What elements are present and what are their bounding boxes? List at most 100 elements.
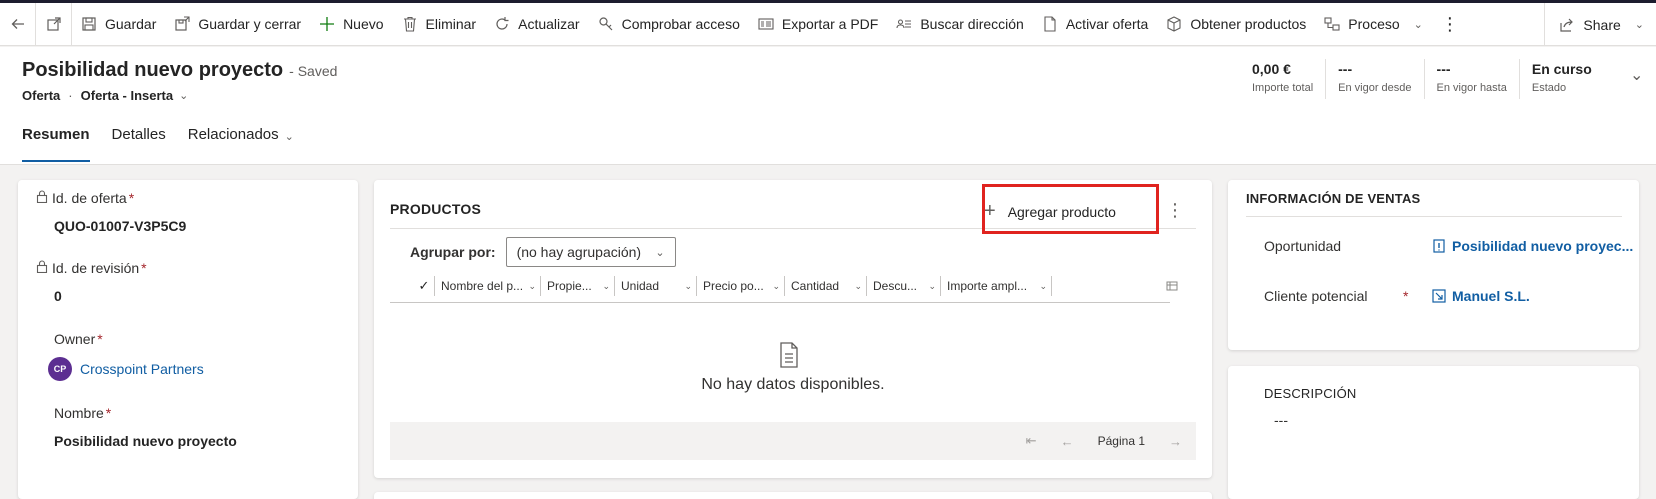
opportunity-link[interactable]: Posibilidad nuevo proyec... — [1452, 238, 1633, 254]
column-header[interactable]: Nombre del p... ⌄ — [434, 276, 540, 296]
chevron-down-icon: ⌄ — [284, 131, 294, 143]
chevron-down-icon: ⌄ — [772, 280, 780, 291]
quote-id-value[interactable]: QUO-01007-V3P5C9 — [54, 218, 186, 234]
column-header[interactable]: Descu... ⌄ — [866, 276, 940, 296]
plus-icon: + — [984, 200, 996, 222]
share-icon — [1559, 17, 1575, 33]
column-label: Nombre del p... — [441, 279, 524, 293]
form-selector[interactable]: Oferta - Inserta — [81, 88, 173, 103]
record-header: Posibilidad nuevo proyecto - Saved Oferta… — [0, 47, 1656, 165]
description-value[interactable]: --- — [1274, 412, 1288, 428]
kpi-effective-from: --- En vigor desde — [1326, 59, 1425, 99]
more-commands-button[interactable]: ⋮ — [1432, 3, 1468, 46]
grid-settings-icon[interactable] — [1166, 280, 1178, 295]
column-header[interactable]: Importe ampl... ⌄ — [940, 276, 1052, 296]
delete-button[interactable]: Eliminar — [393, 3, 486, 46]
document-icon — [1042, 16, 1058, 32]
chevron-down-icon: ⌄ — [655, 246, 665, 259]
owner-label-row: Owner * — [54, 331, 204, 347]
column-header[interactable]: Precio po... ⌄ — [696, 276, 784, 296]
lead-link[interactable]: Manuel S.L. — [1452, 288, 1530, 304]
column-label: Propie... — [547, 279, 592, 293]
header-fields: 0,00 € Importe total --- En vigor desde --… — [1240, 59, 1604, 99]
export-pdf-button[interactable]: Exportar a PDF — [749, 3, 887, 46]
tab-relacionados[interactable]: Relacionados ⌄ — [188, 126, 294, 162]
first-page-icon[interactable]: ⇤ — [1026, 433, 1037, 449]
chevron-down-icon: ⌄ — [1634, 19, 1644, 31]
quote-id-label: Id. de oferta — [52, 190, 127, 206]
kpi-total-amount: 0,00 € Importe total — [1240, 59, 1327, 99]
expand-header-chevron-icon[interactable]: ⌄ — [1630, 65, 1643, 85]
sales-info-section: INFORMACIÓN DE VENTAS Oportunidad Posibi… — [1228, 180, 1639, 350]
lock-icon — [36, 260, 48, 276]
pagination: ⇤ ← Página 1 → — [390, 422, 1196, 460]
required-mark: * — [128, 190, 135, 206]
divider — [390, 228, 1196, 229]
owner-lookup[interactable]: CP Crosspoint Partners — [48, 357, 204, 381]
plus-icon — [319, 16, 335, 32]
column-label: Cantidad — [791, 279, 840, 293]
activate-quote-button[interactable]: Activar oferta — [1033, 3, 1157, 46]
back-button[interactable] — [0, 2, 36, 46]
column-label: Descu... — [873, 279, 918, 293]
tab-resumen[interactable]: Resumen — [22, 126, 90, 162]
column-header[interactable]: Cantidad ⌄ — [784, 276, 866, 296]
opportunity-lookup[interactable]: Posibilidad nuevo proyec... — [1432, 238, 1633, 254]
open-new-window-button[interactable] — [36, 2, 72, 46]
more-vertical-icon[interactable]: ⋮ — [1166, 200, 1184, 221]
products-title: PRODUCTOS — [390, 201, 481, 217]
column-header[interactable]: Unidad ⌄ — [614, 276, 696, 296]
tab-relacionados-label: Relacionados — [187, 126, 279, 143]
chevron-down-icon[interactable]: ⌄ — [179, 89, 188, 102]
revision-id-value[interactable]: 0 — [54, 288, 147, 304]
get-products-button[interactable]: Obtener productos — [1157, 3, 1315, 46]
page-label: Página 1 — [1097, 434, 1145, 448]
kpi-label: En vigor hasta — [1436, 82, 1507, 94]
save-label: Guardar — [105, 16, 157, 32]
column-label: Importe ampl... — [947, 279, 1028, 293]
saved-status: - Saved — [289, 63, 338, 79]
check-access-label: Comprobar acceso — [621, 16, 740, 32]
opportunity-icon — [1433, 239, 1445, 253]
name-value[interactable]: Posibilidad nuevo proyecto — [54, 433, 237, 449]
kpi-effective-to: --- En vigor hasta — [1425, 59, 1520, 99]
select-all-checkmark-icon[interactable]: ✓ — [414, 278, 434, 294]
kpi-label: Estado — [1531, 82, 1567, 94]
owner-field: Owner * CP Crosspoint Partners — [48, 331, 204, 381]
owner-link[interactable]: Crosspoint Partners — [80, 361, 204, 377]
share-button[interactable]: Share ⌄ — [1544, 3, 1656, 46]
name-field: Nombre * Posibilidad nuevo proyecto — [54, 405, 237, 449]
lead-icon — [1432, 289, 1446, 303]
revision-id-field: Id. de revisión * 0 — [36, 260, 147, 304]
next-section — [374, 492, 1212, 499]
check-access-button[interactable]: Comprobar acceso — [589, 3, 749, 46]
save-and-close-button[interactable]: Guardar y cerrar — [165, 3, 310, 46]
save-close-icon — [174, 16, 190, 32]
command-bar: Guardar Guardar y cerrar Nuevo Eliminar … — [0, 2, 1656, 46]
tab-detalles[interactable]: Detalles — [112, 126, 166, 162]
required-mark: * — [105, 405, 112, 421]
key-icon — [598, 16, 614, 32]
next-page-icon[interactable]: → — [1169, 434, 1182, 449]
new-button[interactable]: Nuevo — [310, 3, 392, 46]
refresh-button[interactable]: Actualizar — [485, 3, 588, 46]
group-by-label: Agrupar por: — [410, 244, 496, 260]
open-window-icon — [46, 17, 61, 31]
group-by-select[interactable]: (no hay agrupación) ⌄ — [505, 237, 676, 267]
required-mark: * — [1403, 288, 1409, 304]
save-button[interactable]: Guardar — [72, 3, 165, 46]
entity-name: Oferta — [22, 88, 61, 103]
quote-id-field: Id. de oferta * QUO-01007-V3P5C9 — [36, 190, 186, 234]
process-button[interactable]: Proceso ⌄ — [1315, 3, 1432, 46]
general-section: Id. de oferta * QUO-01007-V3P5C9 Id. de r… — [18, 180, 358, 499]
previous-page-icon[interactable]: ← — [1061, 434, 1074, 449]
required-mark: * — [97, 331, 103, 347]
search-address-button[interactable]: Buscar dirección — [887, 3, 1033, 46]
lead-lookup[interactable]: Manuel S.L. — [1432, 288, 1530, 304]
chevron-down-icon: ⌄ — [602, 280, 610, 291]
refresh-icon — [494, 16, 510, 32]
add-product-button[interactable]: + Agregar producto — [984, 200, 1116, 223]
grid-header: ✓ Nombre del p... ⌄ Propie... ⌄ Unidad ⌄ Pr… — [414, 275, 1052, 297]
column-header[interactable]: Propie... ⌄ — [540, 276, 614, 296]
sales-info-title: INFORMACIÓN DE VENTAS — [1246, 191, 1421, 206]
